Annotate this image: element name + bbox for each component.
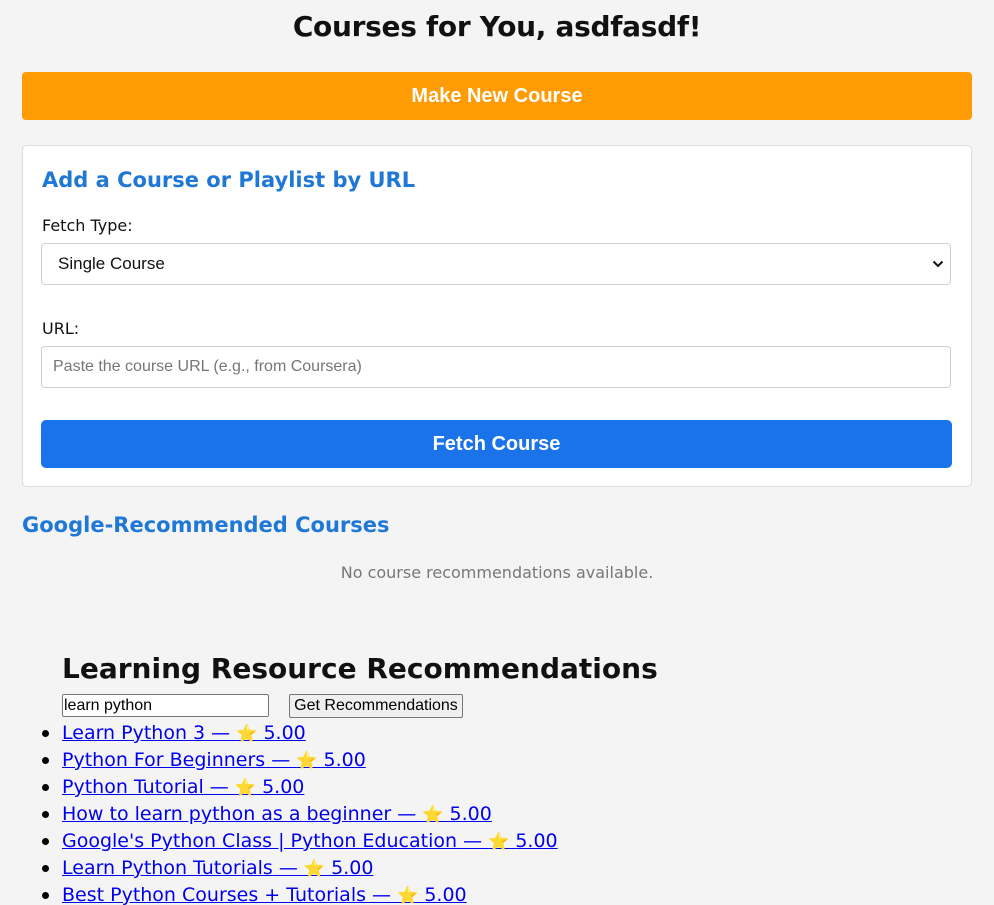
get-recommendations-button[interactable]: Get Recommendations	[289, 694, 463, 718]
separator: —	[205, 722, 237, 744]
recommendation-rating: 5.00	[449, 803, 492, 825]
recommendation-title: How to learn python as a beginner	[62, 803, 392, 825]
bullet-icon	[42, 730, 49, 737]
google-recommended-title: Google-Recommended Courses	[22, 513, 390, 537]
separator: —	[366, 884, 398, 905]
add-course-card: Add a Course or Playlist by URL Fetch Ty…	[22, 145, 972, 487]
recommendation-link[interactable]: Best Python Courses + Tutorials — ⭐ 5.00	[62, 884, 467, 905]
bullet-icon	[42, 838, 49, 845]
star-icon: ⭐	[422, 805, 444, 825]
list-item: Learn Python 3 — ⭐ 5.00	[42, 721, 558, 748]
recommendation-link[interactable]: Google's Python Class | Python Education…	[62, 830, 558, 852]
fetch-type-label: Fetch Type:	[42, 216, 133, 235]
list-item: Google's Python Class | Python Education…	[42, 829, 558, 856]
recommendation-rating: 5.00	[263, 722, 306, 744]
recommendation-rating: 5.00	[323, 749, 366, 771]
recommendation-query-input[interactable]	[62, 694, 269, 717]
recommendation-rating: 5.00	[331, 857, 374, 879]
recommendation-title: Python Tutorial	[62, 776, 204, 798]
no-recommendations-message: No course recommendations available.	[340, 563, 654, 582]
star-icon: ⭐	[303, 859, 326, 879]
list-item: Learn Python Tutorials — ⭐ 5.00	[42, 856, 558, 883]
page: Courses for You, asdfasdf! Make New Cour…	[0, 0, 994, 905]
star-icon: ⭐	[234, 778, 257, 798]
separator: —	[391, 803, 423, 825]
recommendation-link[interactable]: Python For Beginners — ⭐ 5.00	[62, 749, 366, 771]
bullet-icon	[42, 784, 49, 791]
star-icon: ⭐	[397, 886, 419, 905]
make-new-course-button[interactable]: Make New Course	[22, 72, 972, 120]
list-item: How to learn python as a beginner — ⭐ 5.…	[42, 802, 558, 829]
fetch-course-button[interactable]: Fetch Course	[41, 420, 952, 468]
recommendation-link[interactable]: How to learn python as a beginner — ⭐ 5.…	[62, 803, 492, 825]
separator: —	[272, 857, 304, 879]
bullet-icon	[42, 865, 49, 872]
star-icon: ⭐	[236, 724, 258, 744]
list-item: Python Tutorial — ⭐ 5.00	[42, 775, 558, 802]
star-icon: ⭐	[296, 751, 318, 771]
separator: —	[265, 749, 297, 771]
recommendation-rating: 5.00	[262, 776, 305, 798]
recommendation-rating: 5.00	[515, 830, 558, 852]
fetch-type-select[interactable]: Single Course	[41, 243, 951, 285]
bullet-icon	[42, 811, 49, 818]
url-label: URL:	[42, 319, 80, 338]
recommendation-link[interactable]: Learn Python 3 — ⭐ 5.00	[62, 722, 306, 744]
separator: —	[457, 830, 489, 852]
recommendation-link[interactable]: Python Tutorial — ⭐ 5.00	[62, 776, 304, 798]
fetch-type-selected: Single Course	[58, 254, 165, 273]
recommendation-rating: 5.00	[424, 884, 467, 905]
add-course-title: Add a Course or Playlist by URL	[42, 168, 416, 192]
recommendation-title: Learn Python Tutorials	[62, 857, 273, 879]
separator: —	[203, 776, 235, 798]
recommendation-title: Google's Python Class | Python Education	[62, 830, 458, 852]
recommendation-link[interactable]: Learn Python Tutorials — ⭐ 5.00	[62, 857, 373, 879]
list-item: Best Python Courses + Tutorials — ⭐ 5.00	[42, 883, 558, 905]
recommendation-title: Python For Beginners	[62, 749, 266, 771]
bullet-icon	[42, 892, 49, 899]
recommendation-title: Best Python Courses + Tutorials	[62, 884, 366, 905]
chevron-down-icon	[932, 260, 944, 268]
page-title: Courses for You, asdfasdf!	[292, 10, 702, 43]
learning-resources-title: Learning Resource Recommendations	[62, 652, 658, 685]
recommendation-title: Learn Python 3	[62, 722, 206, 744]
list-item: Python For Beginners — ⭐ 5.00	[42, 748, 558, 775]
star-icon: ⭐	[488, 832, 510, 852]
url-input[interactable]	[41, 346, 951, 388]
bullet-icon	[42, 757, 49, 764]
recommendation-list: Learn Python 3 — ⭐ 5.00 Python For Beginn…	[42, 721, 558, 905]
